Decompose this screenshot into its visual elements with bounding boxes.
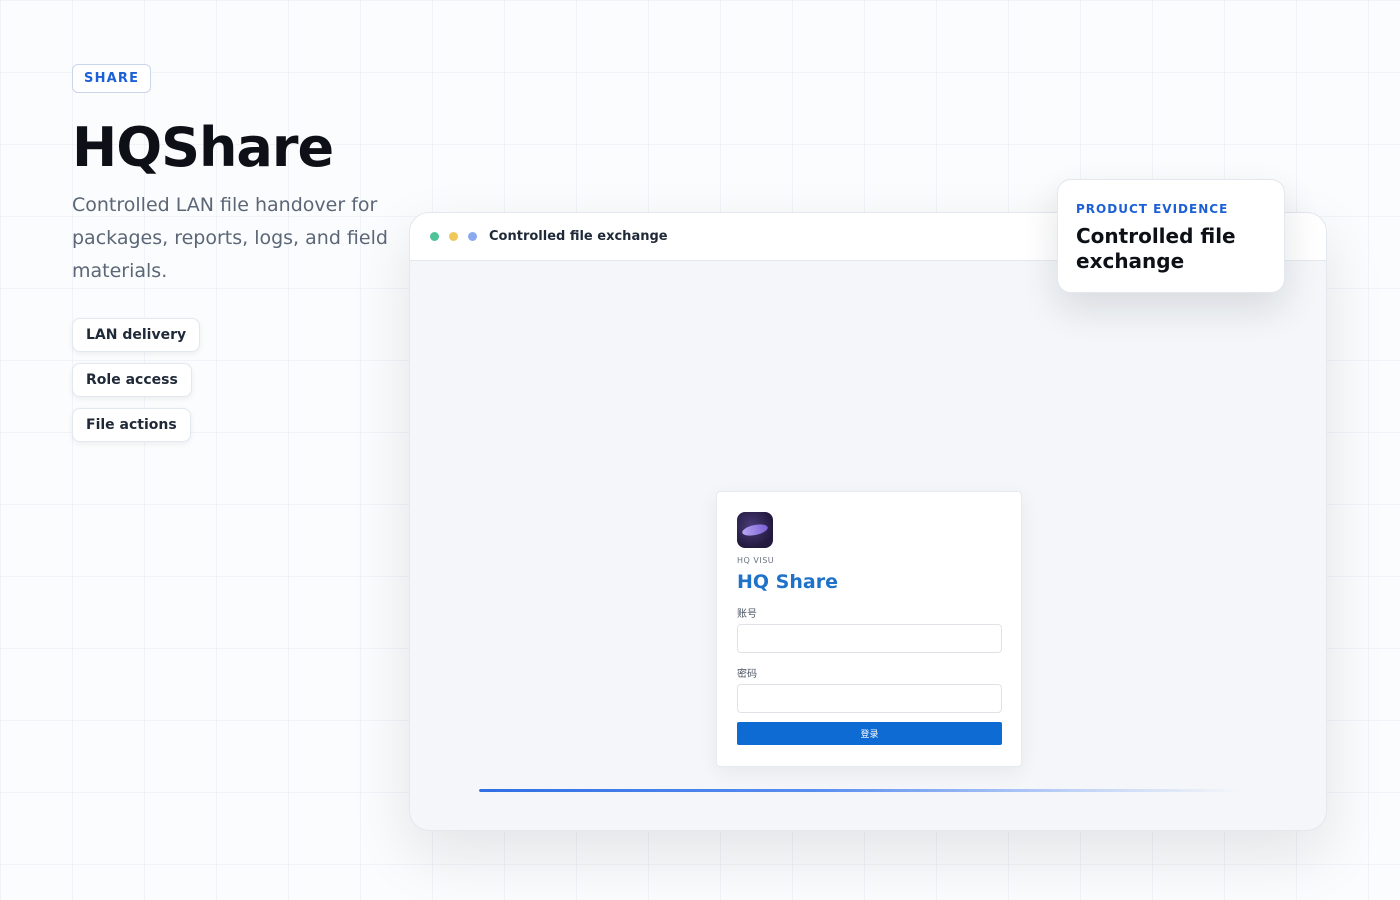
account-input[interactable] [737,624,1002,653]
password-label: 密码 [737,669,757,680]
section-eyebrow-badge: SHARE [72,64,152,93]
evidence-title: Controlled file exchange [1076,224,1236,273]
progress-fill [479,789,1239,792]
page-subtitle: Controlled LAN file handover for package… [72,194,388,282]
product-evidence-card: PRODUCT EVIDENCE Controlled file exchang… [1057,179,1285,293]
evidence-eyebrow: PRODUCT EVIDENCE [1076,202,1229,216]
login-brand-title: HQ Share [737,571,838,593]
chip-file-actions: File actions [72,408,191,442]
window-title: Controlled file exchange [489,229,668,244]
hq-share-logo-icon [737,512,773,548]
chip-role-access: Role access [72,363,192,397]
app-preview-window: Controlled file exchange HQ VISU HQ Shar… [409,212,1327,831]
account-label: 账号 [737,609,757,620]
login-card: HQ VISU HQ Share 账号 密码 登录 [716,491,1022,767]
progress-bar [479,789,1239,792]
chip-lan-delivery: LAN delivery [72,318,201,352]
page-title: HQShare [72,116,334,179]
password-input[interactable] [737,684,1002,713]
login-button[interactable]: 登录 [737,722,1002,745]
brand-caption: HQ VISU [737,556,775,565]
